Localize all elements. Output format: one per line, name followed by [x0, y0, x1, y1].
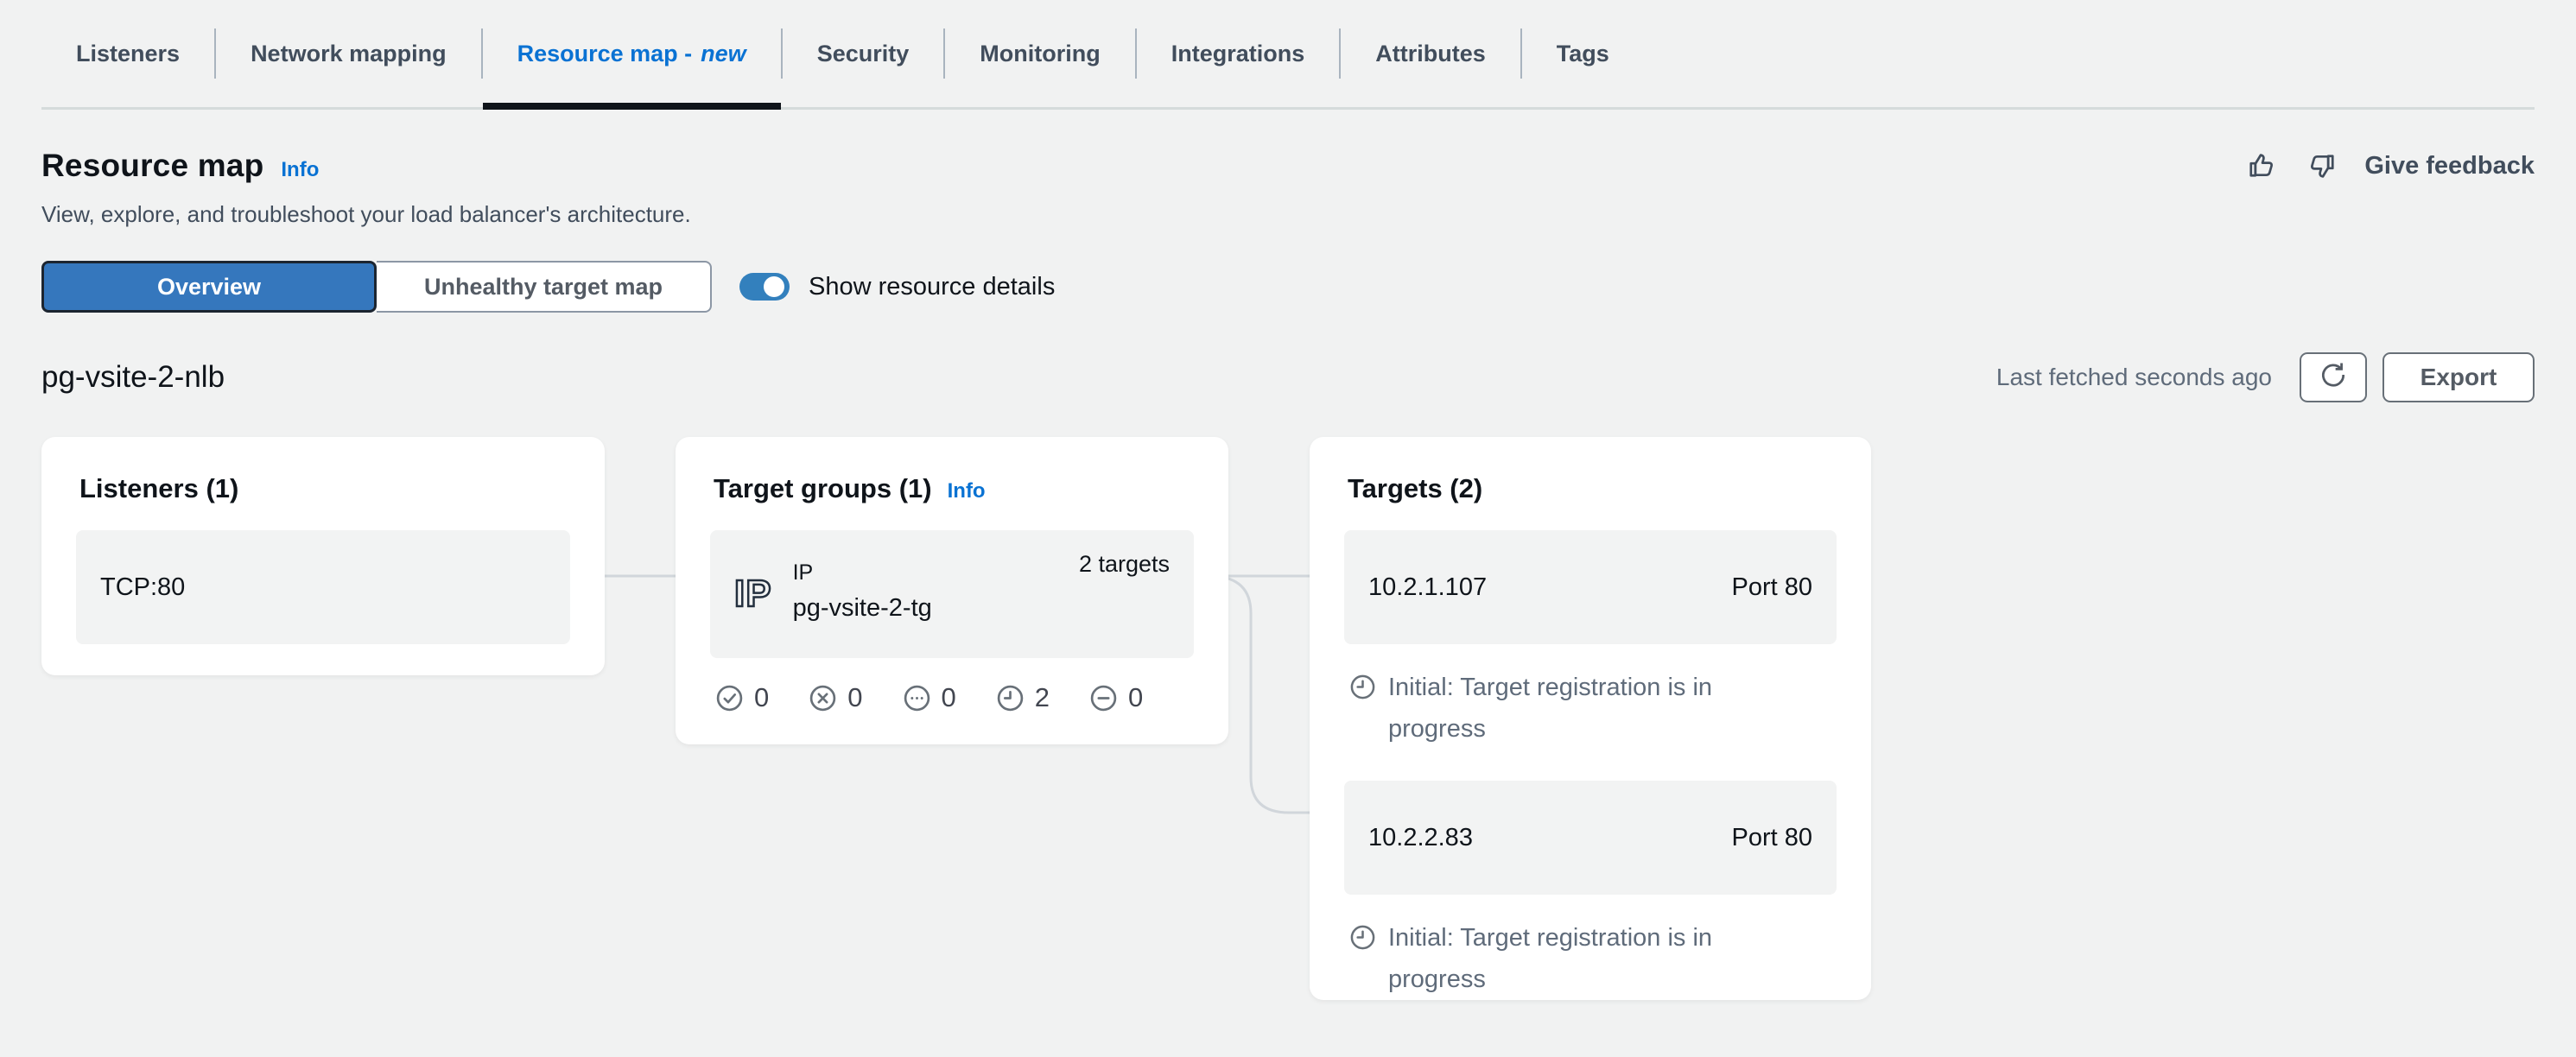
tab-attributes[interactable]: Attributes [1341, 0, 1520, 107]
target-port: Port 80 [1732, 824, 1813, 852]
page-description: View, explore, and troubleshoot your loa… [41, 201, 2535, 228]
thumbs-up-icon[interactable] [2245, 150, 2276, 181]
target-groups-card-title: Target groups (1) [714, 473, 932, 504]
target-health-summary: 0 0 0 [715, 682, 1194, 713]
unavailable-circle-minus-icon [1089, 684, 1118, 712]
tab-listeners[interactable]: Listeners [41, 0, 214, 107]
target-address: 10.2.2.83 [1368, 824, 1473, 852]
initial-count-stat: 2 [996, 682, 1050, 713]
tab-network-mapping[interactable]: Network mapping [216, 0, 481, 107]
tab-integrations[interactable]: Integrations [1137, 0, 1340, 107]
target-status-message: Initial: Target registration is in progr… [1349, 917, 1773, 1000]
target-group-node[interactable]: IP IP pg-vsite-2-tg 2 targets [710, 530, 1194, 658]
overview-segment-button[interactable]: Overview [41, 261, 377, 313]
target-group-type-label: IP [793, 560, 932, 585]
active-tab-underline [483, 103, 781, 110]
unhealthy-count-stat: 0 [809, 682, 862, 713]
ip-target-type-icon: IP [734, 573, 772, 616]
toggle-knob [764, 276, 784, 297]
unhealthy-target-map-segment-button[interactable]: Unhealthy target map [377, 261, 712, 313]
unavailable-count-stat: 0 [1089, 682, 1143, 713]
toggle-label: Show resource details [809, 273, 1055, 301]
target-status-message: Initial: Target registration is in progr… [1349, 667, 1773, 750]
healthy-count-stat: 0 [715, 682, 769, 713]
target-node-1[interactable]: 10.2.1.107 Port 80 [1344, 530, 1837, 644]
unused-count-stat: 0 [903, 682, 956, 713]
toggle-track[interactable] [739, 273, 790, 301]
initial-clock-icon [1349, 917, 1376, 1000]
initial-clock-icon [996, 684, 1025, 712]
targets-card-title: Targets (2) [1348, 473, 1482, 504]
tab-monitoring[interactable]: Monitoring [945, 0, 1134, 107]
last-fetched-text: Last fetched seconds ago [1996, 364, 2272, 391]
tab-new-badge: new [701, 41, 746, 67]
listeners-card-title: Listeners (1) [79, 473, 238, 504]
target-groups-card: Target groups (1) Info IP IP pg-vsite-2-… [676, 437, 1228, 744]
resource-map-info-link[interactable]: Info [281, 158, 319, 182]
target-block: 10.2.2.83 Port 80 Initial: Target regist… [1344, 781, 1837, 1000]
give-feedback-button[interactable]: Give feedback [2364, 152, 2535, 180]
unhealthy-circle-x-icon [809, 684, 837, 712]
tab-resource-map[interactable]: Resource map - new [483, 0, 781, 107]
unused-circle-ellipsis-icon [903, 684, 931, 712]
healthy-circle-check-icon [715, 684, 744, 712]
target-port: Port 80 [1732, 573, 1813, 602]
tab-tags[interactable]: Tags [1522, 0, 1644, 107]
refresh-button[interactable] [2300, 352, 2367, 402]
listeners-card: Listeners (1) TCP:80 [41, 437, 605, 675]
target-node-2[interactable]: 10.2.2.83 Port 80 [1344, 781, 1837, 895]
tab-bar: Listeners Network mapping Resource map -… [41, 0, 2535, 110]
load-balancer-name: pg-vsite-2-nlb [41, 360, 225, 395]
thumbs-down-icon[interactable] [2307, 150, 2338, 181]
targets-card: Targets (2) 10.2.1.107 Port 80 Initial: … [1310, 437, 1871, 1000]
view-segmented-control: Overview Unhealthy target map [41, 261, 712, 313]
tab-security[interactable]: Security [783, 0, 944, 107]
export-button[interactable]: Export [2382, 352, 2535, 402]
show-resource-details-toggle[interactable]: Show resource details [739, 273, 1055, 301]
resource-map-canvas: Listeners (1) TCP:80 Target groups (1) I… [0, 437, 2576, 1050]
page-title: Resource map [41, 148, 263, 184]
target-group-name: pg-vsite-2-tg [793, 594, 932, 623]
target-address: 10.2.1.107 [1368, 573, 1487, 602]
target-group-target-count: 2 targets [1079, 551, 1170, 578]
target-block: 10.2.1.107 Port 80 Initial: Target regis… [1344, 530, 1837, 750]
refresh-icon [2319, 360, 2348, 396]
target-groups-info-link[interactable]: Info [948, 479, 986, 503]
listener-node-tcp-80[interactable]: TCP:80 [76, 530, 570, 644]
initial-clock-icon [1349, 667, 1376, 750]
